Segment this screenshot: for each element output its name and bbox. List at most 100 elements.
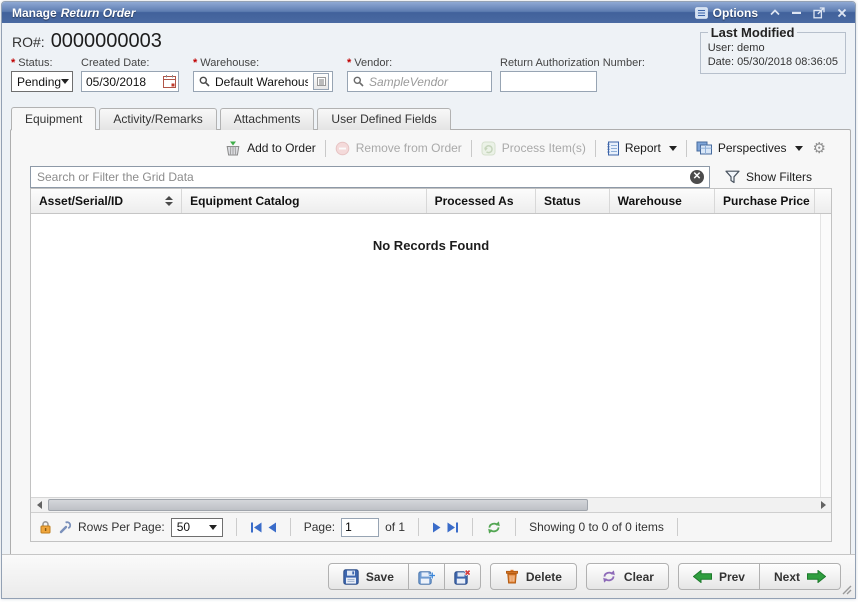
column-header-warehouse[interactable]: Warehouse — [610, 189, 715, 213]
column-header-asset-serial-id[interactable]: Asset/Serial/ID — [31, 189, 182, 213]
options-button[interactable]: Options — [695, 6, 758, 20]
column-header-purchase-price[interactable]: Purchase Price — [715, 189, 815, 213]
warehouse-lookup-field[interactable]: Default Warehouse — [193, 71, 333, 92]
toolbar-separator — [595, 140, 596, 157]
page-number-input[interactable] — [341, 518, 379, 537]
status-value: Pending — [17, 75, 61, 89]
save-button[interactable]: Save — [328, 563, 409, 590]
column-header-status[interactable]: Status — [536, 189, 610, 213]
delete-button[interactable]: Delete — [490, 563, 577, 590]
calendar-icon[interactable] — [162, 74, 177, 89]
grid-toolbar: Add to Order Remove from Order Process I… — [225, 136, 826, 160]
minimize-button[interactable] — [792, 11, 801, 15]
clear-button[interactable]: Clear — [586, 563, 669, 590]
remove-icon — [335, 141, 350, 156]
required-marker: * — [347, 57, 351, 69]
tab-equipment[interactable]: Equipment — [11, 107, 96, 130]
add-to-order-icon — [225, 141, 241, 156]
process-items-button[interactable]: Process Item(s) — [481, 141, 586, 156]
refresh-button[interactable] — [486, 521, 502, 534]
order-header: RO#: 0000000003 Last Modified User: demo… — [2, 23, 855, 107]
collapse-button[interactable] — [770, 9, 780, 16]
last-modified-legend: Last Modified — [708, 25, 798, 40]
ro-number: 0000000003 — [51, 30, 162, 53]
pager-separator — [290, 518, 291, 536]
vendor-label: *Vendor: — [347, 57, 492, 69]
close-button[interactable] — [837, 8, 847, 18]
pagination-bar: Rows Per Page: 50 Page: of 1 — [31, 512, 831, 541]
save-and-new-icon — [418, 569, 435, 585]
last-page-button[interactable] — [446, 522, 459, 533]
save-and-close-button[interactable] — [445, 563, 481, 590]
scroll-right-arrow[interactable] — [815, 498, 831, 512]
options-icon — [695, 7, 708, 19]
toolbar-separator — [471, 140, 472, 157]
perspectives-button[interactable]: Perspectives — [696, 141, 803, 155]
search-icon — [353, 76, 364, 87]
action-bar: Save Delete Clear Prev Next — [2, 554, 855, 598]
remove-from-order-button[interactable]: Remove from Order — [335, 141, 462, 156]
tab-user-defined-fields[interactable]: User Defined Fields — [317, 108, 450, 130]
add-to-order-button[interactable]: Add to Order — [225, 141, 316, 156]
horizontal-scrollbar[interactable] — [31, 497, 831, 512]
report-button[interactable]: Report — [605, 141, 677, 156]
warehouse-field-group: *Warehouse: Default Warehouse — [193, 57, 333, 92]
tab-activity-remarks[interactable]: Activity/Remarks — [99, 108, 216, 130]
vendor-field-group: *Vendor: SampleVendor — [347, 57, 492, 92]
last-modified-date: Date: 05/30/2018 08:36:05 — [708, 56, 838, 68]
next-button[interactable]: Next — [760, 563, 841, 590]
status-field-group: *Status: Pending — [11, 57, 73, 92]
prev-page-button[interactable] — [268, 522, 277, 533]
created-date-field-group: Created Date: — [81, 57, 179, 92]
perspectives-icon — [696, 141, 712, 155]
tab-attachments[interactable]: Attachments — [220, 108, 315, 130]
grid-lock-icon[interactable] — [39, 520, 52, 534]
pager-separator — [236, 518, 237, 536]
report-icon — [605, 141, 619, 156]
toolbar-separator — [686, 140, 687, 157]
delete-trash-icon — [505, 569, 519, 584]
save-button-group: Save — [328, 563, 481, 590]
show-filters-button[interactable]: Show Filters — [725, 170, 812, 184]
last-modified-user: User: demo — [708, 42, 838, 54]
first-page-button[interactable] — [250, 522, 263, 533]
save-and-close-icon — [454, 569, 471, 585]
required-marker: * — [11, 57, 15, 69]
grid-customize-wrench-icon[interactable] — [58, 520, 72, 534]
status-select[interactable]: Pending — [11, 71, 73, 92]
list-icon — [317, 77, 326, 86]
status-label: *Status: — [11, 57, 73, 69]
vertical-scrollbar-track[interactable] — [820, 214, 831, 497]
return-auth-input[interactable] — [500, 71, 597, 92]
header-scroll-spacer — [815, 189, 831, 213]
column-header-processed-as[interactable]: Processed As — [427, 189, 536, 213]
options-label: Options — [713, 6, 758, 20]
pager-separator — [472, 518, 473, 536]
scroll-left-arrow[interactable] — [31, 498, 47, 512]
prev-button[interactable]: Prev — [678, 563, 760, 590]
sort-icon — [159, 196, 173, 206]
popout-button[interactable] — [813, 7, 825, 19]
minimize-icon — [792, 11, 801, 15]
filter-funnel-icon — [725, 170, 740, 184]
window-titlebar[interactable]: ManageReturn Order Options — [2, 2, 855, 23]
vendor-placeholder: SampleVendor — [369, 75, 489, 89]
save-and-new-button[interactable] — [409, 563, 445, 590]
required-marker: * — [193, 57, 197, 69]
next-page-button[interactable] — [432, 522, 441, 533]
column-header-equipment-catalog[interactable]: Equipment Catalog — [182, 189, 426, 213]
return-auth-field-group: Return Authorization Number: — [500, 57, 645, 92]
resize-grip[interactable] — [841, 584, 852, 595]
prev-arrow-icon — [693, 570, 712, 583]
warehouse-picker-button[interactable] — [313, 73, 329, 90]
grid-search-input[interactable] — [30, 166, 710, 188]
return-auth-label: Return Authorization Number: — [500, 57, 645, 69]
manage-return-order-window: ManageReturn Order Options RO#: 00000000… — [1, 1, 856, 599]
vendor-lookup-field[interactable]: SampleVendor — [347, 71, 492, 92]
rows-per-page-select[interactable]: 50 — [171, 518, 223, 537]
grid-settings-gear-icon[interactable]: ⚙ — [813, 141, 826, 156]
horizontal-scrollbar-thumb[interactable] — [48, 499, 588, 511]
warehouse-value: Default Warehouse — [215, 75, 308, 89]
clear-search-icon[interactable]: ✕ — [690, 170, 704, 184]
rows-per-page-label: Rows Per Page: — [78, 520, 165, 534]
